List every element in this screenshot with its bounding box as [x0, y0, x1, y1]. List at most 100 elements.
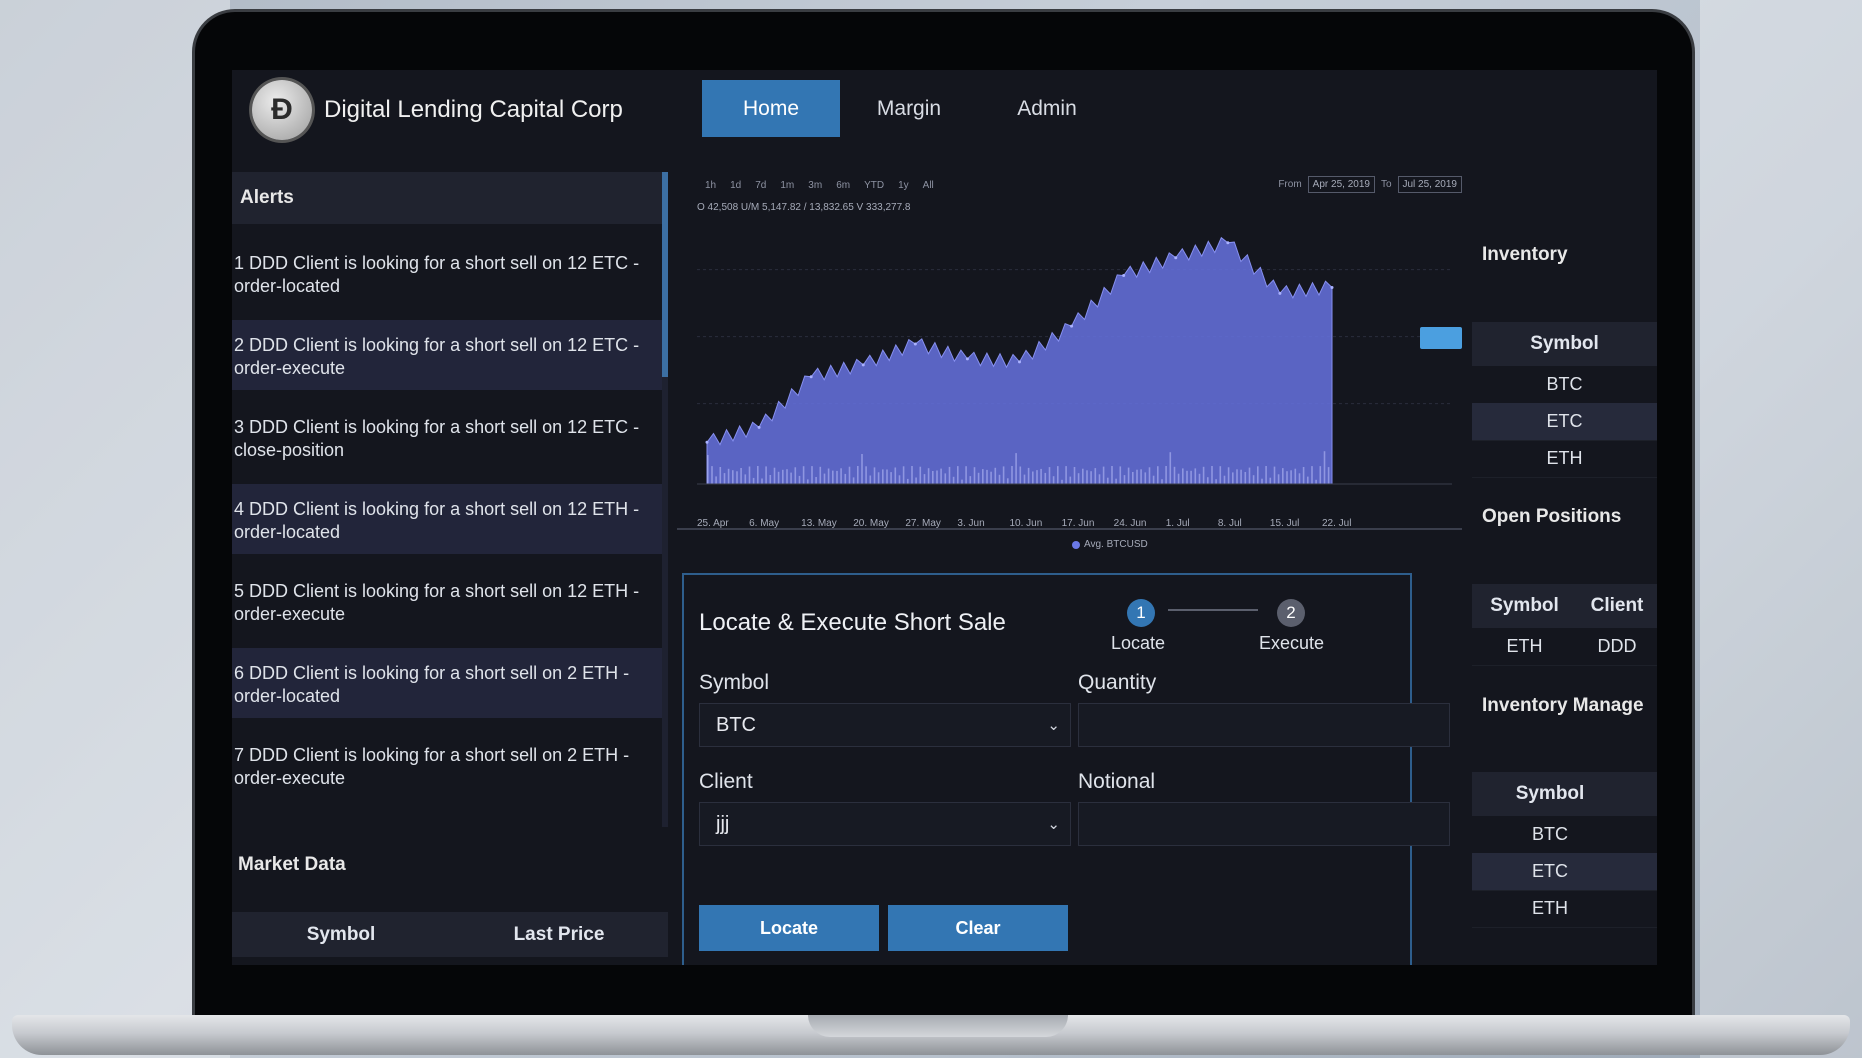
nav-admin[interactable]: Admin [978, 80, 1116, 137]
step-1-circle: 1 [1127, 599, 1155, 627]
volume-bar [1202, 466, 1205, 484]
nav-margin[interactable]: Margin [840, 80, 978, 137]
volume-bar [911, 466, 913, 484]
volume-bar [740, 468, 742, 484]
range-6m[interactable]: 6m [836, 180, 850, 191]
positions-col-symbol[interactable]: Symbol [1472, 595, 1577, 617]
inventory-row[interactable]: BTC [1472, 366, 1657, 404]
volume-bar [1157, 466, 1159, 484]
brand-logo[interactable]: Đ [252, 80, 312, 140]
chart-legend[interactable]: Avg. BTCUSD [1072, 539, 1148, 550]
volume-bar [844, 473, 847, 484]
clear-button[interactable]: Clear [888, 905, 1068, 951]
volume-bar [1036, 470, 1038, 484]
x-tick-label: 24. Jun [1113, 518, 1147, 529]
symbol-select[interactable]: BTC ⌄ [699, 703, 1071, 747]
alert-item[interactable]: 6 DDD Client is looking for a short sell… [232, 648, 662, 718]
step-connector [1168, 609, 1258, 611]
range-1h[interactable]: 1h [705, 180, 716, 191]
volume-bar [952, 476, 955, 484]
volume-bar [1127, 467, 1130, 484]
volume-bar [1011, 466, 1013, 484]
x-tick-label: 17. Jun [1061, 518, 1095, 529]
alerts-scrollbar-thumb[interactable] [662, 172, 668, 377]
volume-bar [1244, 472, 1247, 484]
inventory-manage-row[interactable]: ETC [1472, 853, 1657, 891]
volume-bar [832, 470, 834, 484]
positions-col-client[interactable]: Client [1577, 595, 1657, 617]
volume-bar [873, 467, 876, 484]
alert-item[interactable]: 7 DDD Client is looking for a short sell… [232, 730, 662, 800]
volume-bar [1023, 474, 1026, 484]
volume-bar [1111, 466, 1113, 484]
volume-bar [1165, 466, 1167, 484]
volume-bar [1211, 466, 1213, 484]
range-1m[interactable]: 1m [780, 180, 794, 191]
range-1d[interactable]: 1d [730, 180, 741, 191]
market-col-symbol[interactable]: Symbol [232, 924, 450, 946]
volume-bar [1069, 476, 1072, 484]
inventory-row[interactable]: ETH [1472, 440, 1657, 478]
volume-bar [1173, 466, 1176, 484]
volume-bar [961, 479, 963, 484]
range-ytd[interactable]: YTD [864, 180, 884, 191]
range-1y[interactable]: 1y [898, 180, 909, 191]
client-select[interactable]: jjj ⌄ [699, 802, 1071, 846]
volume-bar [890, 472, 892, 484]
alert-item[interactable]: 2 DDD Client is looking for a short sell… [232, 320, 662, 390]
app-screen: Đ Digital Lending Capital Corp Home Marg… [232, 70, 1657, 965]
volume-bar [907, 478, 909, 484]
alert-item[interactable]: 5 DDD Client is looking for a short sell… [232, 566, 662, 636]
alert-item[interactable]: 1 DDD Client is looking for a short sell… [232, 238, 662, 308]
inventory-manage-col-symbol[interactable]: Symbol [1472, 783, 1628, 805]
volume-bar [1248, 467, 1251, 484]
locate-execute-form: Locate & Execute Short Sale 1 2 Locate E… [682, 573, 1450, 965]
volume-bar [1115, 478, 1117, 484]
nav-home[interactable]: Home [702, 80, 840, 137]
inventory-manage-row[interactable]: BTC [1472, 816, 1657, 854]
range-3m[interactable]: 3m [808, 180, 822, 191]
volume-bar [1269, 477, 1272, 484]
inventory-col-symbol[interactable]: Symbol [1472, 333, 1657, 355]
volume-bar [1282, 468, 1284, 484]
locate-button[interactable]: Locate [699, 905, 879, 951]
quantity-input[interactable] [1078, 703, 1450, 747]
inventory-manage-row[interactable]: ETH [1472, 890, 1657, 928]
market-col-last-price[interactable]: Last Price [450, 924, 668, 946]
volume-bar [1252, 475, 1255, 484]
volume-bar [1290, 470, 1292, 484]
volume-bar [936, 470, 938, 484]
notional-input[interactable] [1078, 802, 1450, 846]
volume-bar [927, 468, 930, 484]
range-7d[interactable]: 7d [755, 180, 766, 191]
background-document-right [1700, 0, 1862, 1058]
chart-canvas[interactable] [677, 166, 1462, 576]
volume-bar [802, 466, 805, 484]
alert-item[interactable]: 3 DDD Client is looking for a short sell… [232, 402, 662, 472]
volume-bar [1027, 467, 1030, 484]
volume-bar [1240, 469, 1242, 484]
volume-bar [773, 467, 776, 484]
alert-item[interactable]: 4 DDD Client is looking for a short sell… [232, 484, 662, 554]
position-row[interactable]: ETH DDD [1472, 628, 1657, 666]
volume-bar [894, 467, 897, 484]
x-tick-label: 13. May [801, 518, 837, 529]
volume-bar [1044, 472, 1047, 484]
volume-bar [819, 466, 822, 484]
from-date-input[interactable]: Apr 25, 2019 [1307, 176, 1375, 193]
inventory-header: Symbol [1472, 322, 1657, 366]
range-all[interactable]: All [923, 180, 934, 191]
volume-bar [1132, 472, 1134, 484]
volume-bar [1082, 468, 1084, 484]
data-point [1226, 241, 1230, 245]
x-tick-label: 3. Jun [957, 518, 985, 529]
volume-bar [761, 478, 763, 484]
to-date-input[interactable]: Jul 25, 2019 [1397, 176, 1462, 193]
data-point [705, 440, 709, 444]
inventory-row[interactable]: ETC [1472, 403, 1657, 441]
volume-bar [1207, 477, 1209, 484]
inventory-title: Inventory [1482, 244, 1568, 265]
data-point [1122, 274, 1126, 278]
volume-bar [990, 471, 992, 484]
volume-bar [798, 475, 801, 484]
